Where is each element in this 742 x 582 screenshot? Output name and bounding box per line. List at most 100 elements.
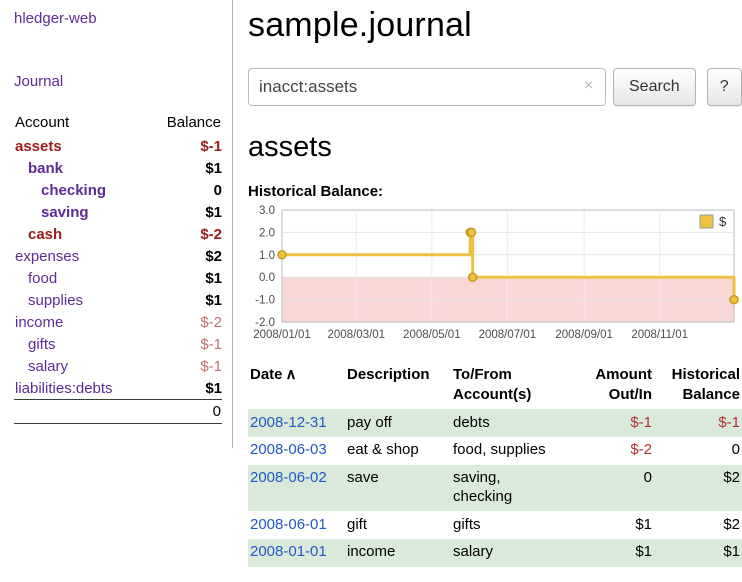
register-date-cell: 2008-06-03 xyxy=(248,437,345,465)
account-row: income $-2 xyxy=(14,311,222,333)
register-header-amount: Amount Out/In xyxy=(559,362,654,409)
account-balance: $-2 xyxy=(146,223,222,245)
account-row: expenses$2 xyxy=(14,245,222,267)
accounts-header-account: Account xyxy=(14,111,146,135)
register-description: income xyxy=(345,539,451,567)
x-tick-label: 2008/03/01 xyxy=(328,329,386,341)
register-row: 2008-01-01incomesalary$1$1 xyxy=(248,539,742,567)
account-link-food[interactable]: food xyxy=(14,270,57,287)
account-name-cell: gifts xyxy=(14,333,146,355)
account-link-liabilities-debts[interactable]: liabilities:debts xyxy=(14,380,113,397)
account-name-cell: income xyxy=(14,311,146,333)
register-date-link[interactable]: 2008-06-03 xyxy=(250,441,327,458)
register-header-description: Description xyxy=(345,362,451,409)
help-button[interactable]: ? xyxy=(707,68,742,106)
register-date-link[interactable]: 2008-01-01 xyxy=(250,543,327,560)
data-point-marker xyxy=(278,251,286,259)
register-header-row: Date∧ Description To/From Account(s) Amo… xyxy=(248,362,742,409)
account-link-cash[interactable]: cash xyxy=(14,226,62,243)
register-accounts: salary xyxy=(451,539,559,567)
sort-ascending-icon: ∧ xyxy=(286,366,297,383)
account-link-assets[interactable]: assets xyxy=(14,138,62,155)
register-description: pay off xyxy=(345,409,451,437)
search-button[interactable]: Search xyxy=(613,68,696,106)
accounts-total-balance: 0 xyxy=(146,400,222,424)
account-row: food $1 xyxy=(14,267,222,289)
register-description: gift xyxy=(345,511,451,539)
y-tick-label: 3.0 xyxy=(259,205,275,217)
x-tick-label: 2008/05/01 xyxy=(403,329,461,341)
account-row: checking0 xyxy=(14,179,222,201)
y-tick-label: 1.0 xyxy=(259,250,275,262)
account-link-bank[interactable]: bank xyxy=(14,160,63,177)
register-date-cell: 2008-01-01 xyxy=(248,539,345,567)
register-row: 2008-06-03eat & shopfood, supplies$-20 xyxy=(248,437,742,465)
y-tick-label: -2.0 xyxy=(255,317,275,329)
register-table: Date∧ Description To/From Account(s) Amo… xyxy=(248,362,742,567)
x-tick-label: 2008/09/01 xyxy=(555,329,613,341)
chart-title: Historical Balance: xyxy=(248,183,742,200)
accounts-header-row: Account Balance xyxy=(14,111,222,135)
account-link-gifts[interactable]: gifts xyxy=(14,336,56,353)
account-name-cell: liabilities:debts xyxy=(14,377,146,400)
account-name-cell: saving xyxy=(14,201,146,223)
account-link-expenses[interactable]: expenses xyxy=(14,248,79,265)
data-point-marker xyxy=(730,296,738,304)
register-accounts: debts xyxy=(451,409,559,437)
register-date-link[interactable]: 2008-06-01 xyxy=(250,516,327,533)
account-name-cell: cash xyxy=(14,223,146,245)
register-date-link[interactable]: 2008-06-02 xyxy=(250,469,327,486)
account-row: bank $1 xyxy=(14,157,222,179)
account-balance: $-2 xyxy=(146,311,222,333)
register-row: 2008-06-02savesaving, checking0$2 xyxy=(248,465,742,512)
x-tick-label: 2008/01/01 xyxy=(253,329,311,341)
register-header-date-label: Date xyxy=(250,366,283,383)
accounts-table: Account Balance assets$-1bank$1checking0… xyxy=(14,111,222,424)
register-row: 2008-12-31pay offdebts$-1$-1 xyxy=(248,409,742,437)
account-link-salary[interactable]: salary xyxy=(14,358,68,375)
register-row: 2008-06-01giftgifts$1$2 xyxy=(248,511,742,539)
register-accounts: food, supplies xyxy=(451,437,559,465)
balance-chart: 3.0 2.0 1.0 0.0 -1.0 -2.02008/01/01 2008/03/01… xyxy=(248,204,740,356)
account-link-checking[interactable]: checking xyxy=(14,182,106,199)
account-row: cash $-2 xyxy=(14,223,222,245)
account-row: assets $-1 xyxy=(14,135,222,157)
register-date-link[interactable]: 2008-12-31 xyxy=(250,414,327,431)
register-balance: $-1 xyxy=(654,409,742,437)
journal-link[interactable]: Journal xyxy=(14,73,222,90)
y-tick-label: -1.0 xyxy=(255,295,275,307)
register-amount: $-1 xyxy=(559,409,654,437)
account-link-saving[interactable]: saving xyxy=(14,204,89,221)
y-tick-label: 0.0 xyxy=(259,272,275,284)
x-tick-label: 2008/07/01 xyxy=(479,329,537,341)
x-tick-label: 2008/11/01 xyxy=(631,329,688,341)
register-header-date[interactable]: Date∧ xyxy=(248,362,345,409)
account-balance: $1 xyxy=(146,157,222,179)
account-balance: $-1 xyxy=(146,355,222,377)
account-name-cell: food xyxy=(14,267,146,289)
app-title-link[interactable]: hledger-web xyxy=(14,10,222,27)
register-date-cell: 2008-12-31 xyxy=(248,409,345,437)
account-balance: $-1 xyxy=(146,333,222,355)
account-link-income[interactable]: income xyxy=(14,314,63,331)
search-input[interactable] xyxy=(248,68,606,106)
register-description: eat & shop xyxy=(345,437,451,465)
account-name-cell: assets xyxy=(14,135,146,157)
legend-label: $ xyxy=(719,214,727,229)
data-point-marker xyxy=(467,228,475,236)
account-balance: $1 xyxy=(146,267,222,289)
account-balance: $1 xyxy=(146,289,222,311)
register-amount: $1 xyxy=(559,511,654,539)
accounts-total-row: 0 xyxy=(14,400,222,424)
register-description: save xyxy=(345,465,451,512)
account-link-supplies[interactable]: supplies xyxy=(14,292,83,309)
register-balance: $1 xyxy=(654,539,742,567)
register-balance: 0 xyxy=(654,437,742,465)
clear-search-icon[interactable]: × xyxy=(584,78,593,94)
account-name-cell: supplies xyxy=(14,289,146,311)
register-balance: $2 xyxy=(654,465,742,512)
register-table-body: 2008-12-31pay offdebts$-1$-12008-06-03ea… xyxy=(248,409,742,567)
y-tick-label: 2.0 xyxy=(259,227,275,239)
account-balance: $-1 xyxy=(146,135,222,157)
register-date-cell: 2008-06-02 xyxy=(248,465,345,512)
